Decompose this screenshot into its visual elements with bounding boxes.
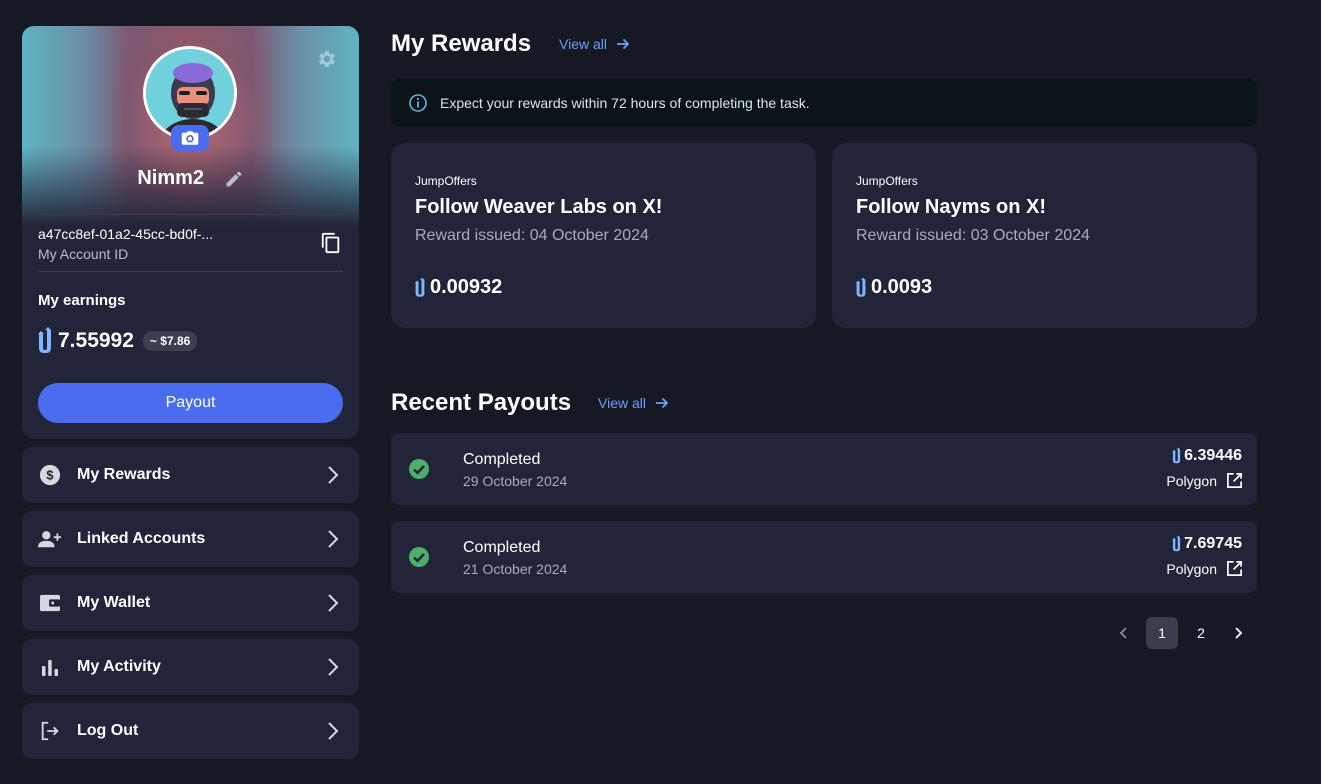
profile-card: Nimm2 a47cc8ef-01a2-45cc-bd0f-... My Acc… (22, 26, 359, 439)
my-rewards-title: My Rewards (391, 30, 532, 57)
payout-network: Polygon (1166, 560, 1217, 577)
rewards-view-all-link[interactable]: View all (559, 36, 631, 52)
earnings-value: 7.55992 (58, 329, 134, 352)
reward-amount: 0.00932 (413, 276, 502, 299)
account-id-label: My Account ID (38, 246, 129, 262)
arrow-right-icon (656, 397, 669, 409)
earnings-label: My earnings (38, 292, 126, 309)
chevron-right-icon (1235, 627, 1243, 639)
info-icon (409, 94, 427, 112)
menu-item-my-wallet[interactable]: My Wallet (22, 575, 359, 631)
reward-provider: JumpOffers (415, 174, 477, 188)
arrow-right-icon (617, 38, 630, 50)
payouts-view-all-link[interactable]: View all (598, 395, 670, 411)
menu-item-label: Log Out (77, 722, 139, 739)
info-text: Expect your rewards within 72 hours of c… (440, 95, 810, 111)
menu-item-my-rewards[interactable]: $ My Rewards (22, 447, 359, 503)
payout-button[interactable]: Payout (38, 383, 343, 423)
payout-row: Completed 21 October 2024 7.69745 Polygo… (391, 521, 1257, 593)
recent-payouts-title: Recent Payouts (391, 389, 572, 416)
view-all-label: View all (598, 395, 646, 411)
pagination-next-button[interactable] (1224, 617, 1252, 649)
add-user-icon (38, 527, 62, 551)
menu-item-my-activity[interactable]: My Activity (22, 639, 359, 695)
external-link-icon (1227, 561, 1242, 576)
token-icon (414, 277, 425, 297)
payout-row: Completed 29 October 2024 6.39446 Polygo… (391, 433, 1257, 505)
payout-date: 21 October 2024 (463, 561, 568, 577)
chevron-right-icon (328, 722, 339, 740)
token-icon (1172, 447, 1181, 464)
pagination-page-button[interactable]: 2 (1185, 617, 1217, 649)
token-icon (38, 327, 51, 353)
username-row: Nimm2 (22, 167, 359, 190)
pagination-page-button[interactable]: 1 (1146, 617, 1178, 649)
payout-date: 29 October 2024 (463, 473, 568, 489)
copy-icon[interactable] (320, 232, 342, 254)
token-icon (1172, 535, 1181, 552)
reward-title: Follow Nayms on X! (856, 196, 1047, 218)
earnings-row: 7.55992 ~ $7.86 (36, 326, 198, 356)
menu-item-linked-accounts[interactable]: Linked Accounts (22, 511, 359, 567)
payout-status: Completed (463, 451, 541, 468)
pagination-prev-button[interactable] (1110, 617, 1138, 649)
payout-amount-value: 6.39446 (1184, 447, 1242, 464)
menu-item-label: Linked Accounts (77, 530, 206, 547)
reward-title: Follow Weaver Labs on X! (415, 196, 663, 218)
reward-amount-value: 0.0093 (871, 276, 933, 298)
external-link-icon (1227, 473, 1242, 488)
username: Nimm2 (137, 167, 205, 189)
bar-chart-icon (38, 655, 62, 679)
camera-icon (181, 131, 199, 145)
info-banner: Expect your rewards within 72 hours of c… (391, 79, 1257, 127)
view-all-label: View all (559, 36, 607, 52)
divider (38, 214, 343, 215)
reward-date: Reward issued: 03 October 2024 (856, 227, 1090, 244)
earnings-usd-badge: ~ $7.86 (142, 331, 198, 351)
reward-amount-value: 0.00932 (430, 276, 503, 298)
chevron-right-icon (328, 594, 339, 612)
reward-date: Reward issued: 04 October 2024 (415, 227, 649, 244)
chevron-right-icon (328, 530, 339, 548)
account-id: a47cc8ef-01a2-45cc-bd0f-... (38, 226, 214, 242)
payout-network: Polygon (1166, 472, 1217, 489)
check-circle-icon (409, 547, 429, 567)
payout-status: Completed (463, 539, 541, 556)
menu-item-log-out[interactable]: Log Out (22, 703, 359, 759)
chevron-right-icon (328, 466, 339, 484)
check-circle-icon (409, 459, 429, 479)
gear-icon[interactable] (316, 48, 338, 70)
payout-network-link[interactable]: Polygon (1166, 560, 1243, 577)
chevron-left-icon (1119, 627, 1127, 639)
divider (38, 271, 343, 272)
svg-text:$: $ (46, 468, 53, 483)
reward-provider: JumpOffers (856, 174, 918, 188)
edit-icon[interactable] (224, 169, 244, 189)
chevron-right-icon (328, 658, 339, 676)
payout-network-link[interactable]: Polygon (1166, 472, 1243, 489)
menu-item-label: My Rewards (77, 466, 171, 483)
menu-item-label: My Wallet (77, 594, 151, 611)
payout-amount: 6.39446 (1171, 447, 1242, 465)
change-avatar-button[interactable] (171, 125, 209, 151)
payout-amount-value: 7.69745 (1184, 535, 1242, 552)
reward-card[interactable]: JumpOffers Follow Nayms on X! Reward iss… (832, 143, 1257, 328)
payout-amount: 7.69745 (1171, 535, 1242, 553)
reward-card[interactable]: JumpOffers Follow Weaver Labs on X! Rewa… (391, 143, 816, 328)
reward-amount: 0.0093 (854, 276, 932, 299)
dollar-circle-icon: $ (38, 463, 62, 487)
menu-item-label: My Activity (77, 658, 161, 675)
token-icon (855, 277, 866, 297)
wallet-icon (38, 591, 62, 615)
logout-icon (38, 719, 62, 743)
